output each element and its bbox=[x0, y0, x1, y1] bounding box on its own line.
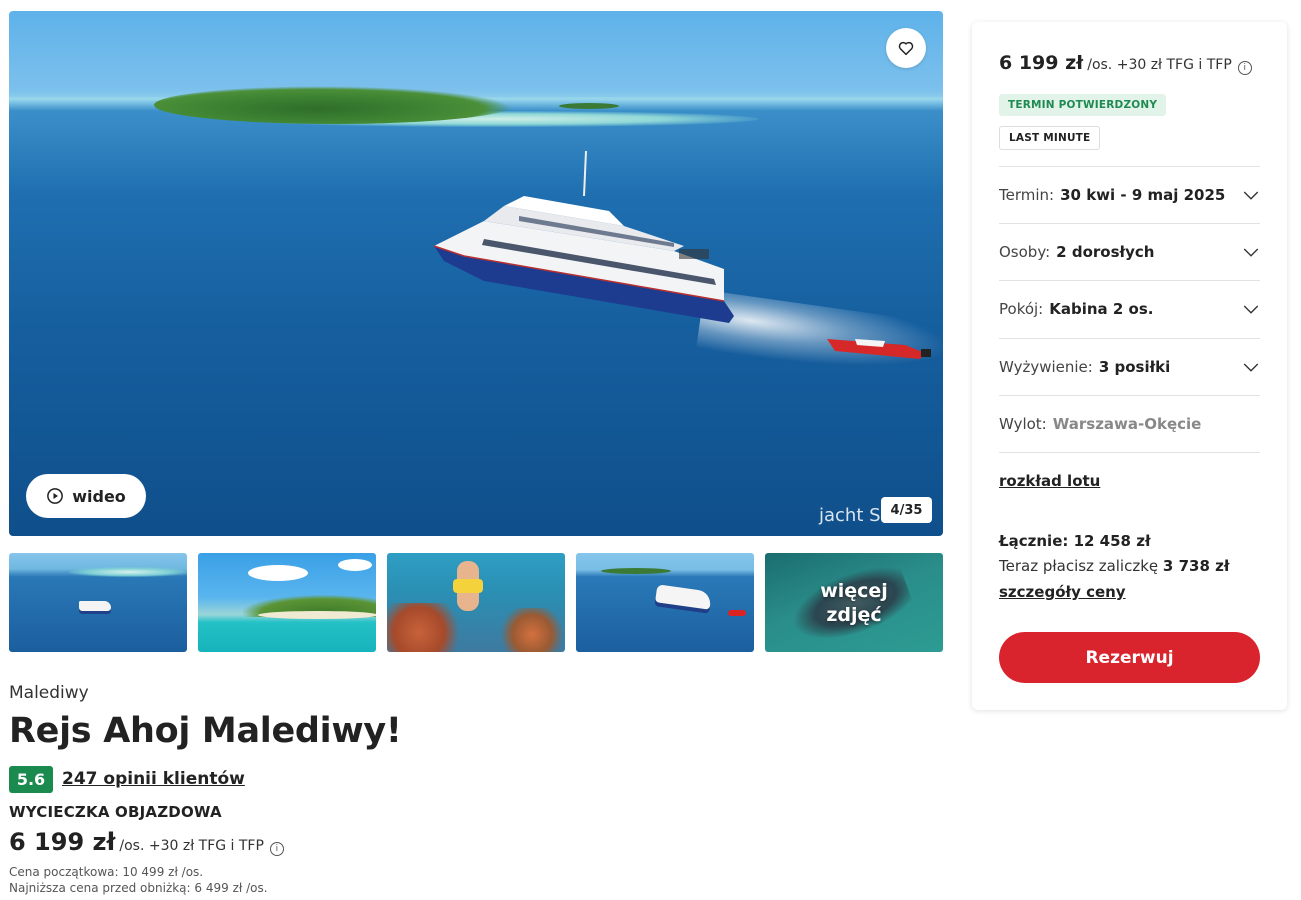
gallery-thumbnail[interactable] bbox=[576, 553, 754, 652]
chevron-down-icon bbox=[1243, 248, 1259, 257]
price-suffix: /os. +30 zł TFG i TFP bbox=[1087, 57, 1232, 73]
yacht-illustration bbox=[433, 151, 734, 323]
chevron-down-icon bbox=[1243, 191, 1259, 200]
option-value: Kabina 2 os. bbox=[1049, 300, 1154, 318]
photo-counter: 4/35 bbox=[881, 497, 932, 523]
option-value: 2 dorosłych bbox=[1056, 243, 1155, 261]
play-icon bbox=[47, 488, 64, 504]
video-button-label: wideo bbox=[72, 486, 126, 506]
tender-boat bbox=[728, 610, 746, 616]
price-amount: 6 199 zł bbox=[999, 52, 1084, 74]
more-photos-label: więcej zdjęć bbox=[820, 579, 888, 626]
island bbox=[154, 86, 514, 124]
initial-price: Cena początkowa: 10 499 zł /os. bbox=[9, 865, 204, 879]
room-select[interactable]: Pokój: Kabina 2 os. bbox=[999, 281, 1260, 337]
gallery-main-photo[interactable]: jacht Sh wideo 4/35 bbox=[9, 11, 943, 536]
deposit-amount: 3 738 zł bbox=[1162, 557, 1230, 575]
booking-card: 6 199 zł /os. +30 zł TFG i TFP i TERMIN … bbox=[972, 22, 1287, 710]
price-details-link[interactable]: szczegóły ceny bbox=[999, 583, 1126, 601]
flight-schedule-link[interactable]: rozkład lotu bbox=[999, 472, 1100, 490]
deposit-label: Teraz płacisz zaliczkę bbox=[999, 557, 1159, 575]
option-value: 3 posiłki bbox=[1098, 358, 1171, 376]
total-price: Łącznie: 12 458 zł bbox=[999, 532, 1151, 550]
offer-price: 6 199 zł /os. +30 zł TFG i TFP i bbox=[9, 828, 284, 856]
info-icon[interactable]: i bbox=[1237, 61, 1252, 75]
last-minute-badge: LAST MINUTE bbox=[999, 126, 1101, 150]
more-photos-thumbnail[interactable]: więcej zdjęć bbox=[765, 553, 943, 652]
snorkeler bbox=[453, 561, 483, 611]
deposit-info: Teraz płacisz zaliczkę 3 738 zł bbox=[999, 557, 1229, 575]
price-amount: 6 199 zł bbox=[9, 828, 116, 856]
islet bbox=[559, 103, 619, 109]
destination-country: Malediwy bbox=[9, 683, 89, 703]
coral bbox=[387, 603, 467, 652]
chevron-down-icon bbox=[1243, 305, 1259, 314]
booking-price: 6 199 zł /os. +30 zł TFG i TFP i bbox=[999, 52, 1252, 75]
option-value: Warszawa-Okęcie bbox=[1052, 415, 1202, 433]
option-label: Pokój: bbox=[999, 300, 1044, 318]
video-button[interactable]: wideo bbox=[26, 474, 146, 518]
trip-type: WYCIECZKA OBJAZDOWA bbox=[9, 803, 222, 821]
cloud bbox=[338, 559, 372, 571]
cloud bbox=[248, 565, 308, 581]
date-select[interactable]: Termin: 30 kwi - 9 maj 2025 bbox=[999, 167, 1260, 223]
chevron-down-icon bbox=[1243, 363, 1259, 372]
lowest-price: Najniższa cena przed obniżką: 6 499 zł /… bbox=[9, 881, 268, 895]
page-title: Rejs Ahoj Malediwy! bbox=[9, 711, 402, 751]
gallery-thumbnail[interactable] bbox=[387, 553, 565, 652]
gallery-thumbnail[interactable] bbox=[198, 553, 376, 652]
gallery-thumbnail[interactable] bbox=[9, 553, 187, 652]
reviews-link[interactable]: 247 opinii klientów bbox=[62, 769, 245, 789]
favorite-button[interactable] bbox=[886, 28, 926, 68]
price-suffix: /os. +30 zł TFG i TFP bbox=[119, 838, 264, 854]
heart-icon bbox=[898, 41, 914, 56]
option-label: Osoby: bbox=[999, 243, 1051, 261]
persons-select[interactable]: Osoby: 2 dorosłych bbox=[999, 224, 1260, 280]
yacht bbox=[655, 584, 712, 610]
book-button[interactable]: Rezerwuj bbox=[999, 632, 1260, 683]
rating-badge: 5.6 bbox=[9, 766, 53, 793]
departure-airport: Wylot: Warszawa-Okęcie bbox=[999, 396, 1260, 452]
option-label: Wylot: bbox=[999, 415, 1047, 433]
confirmed-date-badge: TERMIN POTWIERDZONY bbox=[999, 94, 1167, 116]
info-icon[interactable]: i bbox=[269, 842, 284, 856]
board-select[interactable]: Wyżywienie: 3 posiłki bbox=[999, 339, 1260, 395]
option-value: 30 kwi - 9 maj 2025 bbox=[1060, 186, 1226, 204]
coral bbox=[497, 608, 565, 652]
island bbox=[601, 568, 671, 574]
divider bbox=[999, 452, 1260, 453]
beach bbox=[258, 611, 376, 619]
tender-boat bbox=[827, 339, 931, 359]
option-label: Wyżywienie: bbox=[999, 358, 1093, 376]
option-label: Termin: bbox=[999, 186, 1055, 204]
